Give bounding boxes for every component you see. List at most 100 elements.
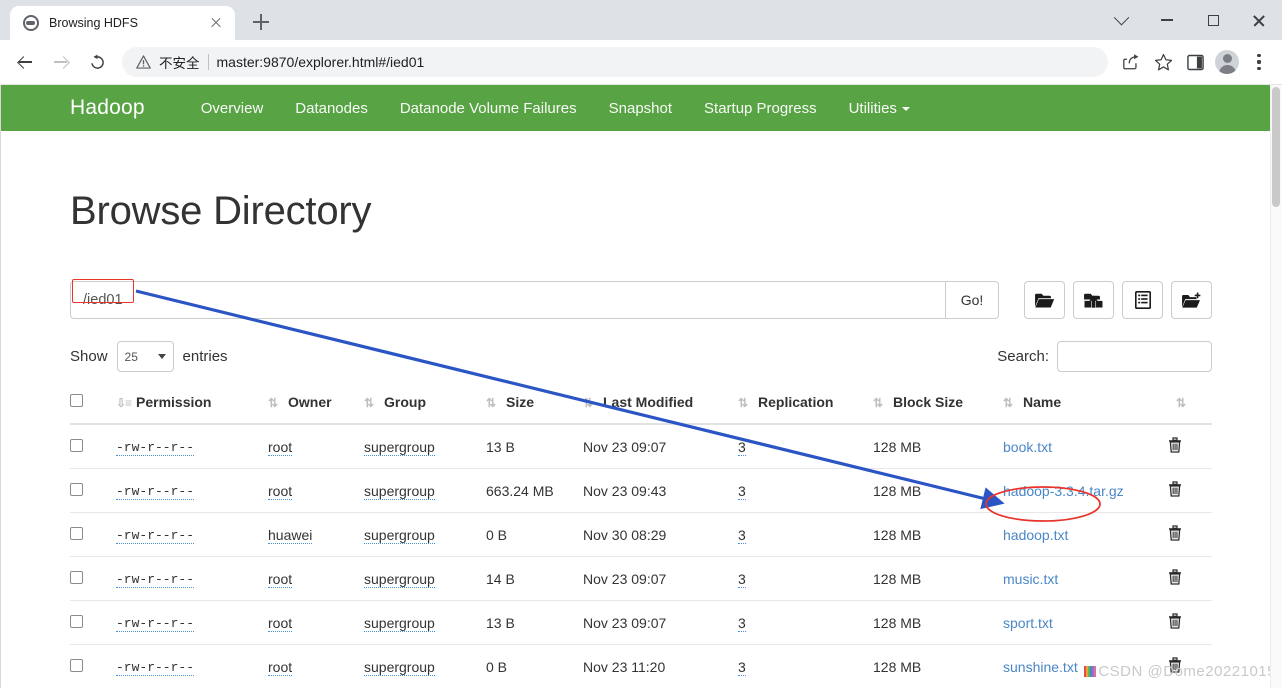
side-panel-button[interactable] (1180, 47, 1210, 77)
th-block-size[interactable]: ⇅ Block Size (873, 384, 1003, 425)
cell-group[interactable]: supergroup (364, 644, 486, 688)
group-value[interactable]: supergroup (364, 658, 435, 676)
owner-value[interactable]: root (268, 614, 293, 632)
cell-owner[interactable]: root (268, 600, 364, 645)
row-select-cell[interactable] (70, 468, 116, 513)
file-link[interactable]: book.txt (1003, 439, 1052, 455)
back-button[interactable] (8, 45, 42, 79)
hadoop-brand[interactable]: Hadoop (70, 96, 145, 120)
trash-icon[interactable] (1168, 613, 1182, 629)
permission-value[interactable]: -rw-r--r-- (116, 572, 195, 588)
scrollbar-thumb[interactable] (1272, 87, 1280, 207)
th-last-modified[interactable]: ⇅ Last Modified (583, 384, 738, 425)
nav-item-datanodes[interactable]: Datanodes (279, 100, 384, 117)
th-owner[interactable]: ⇅ Owner (268, 384, 364, 425)
close-window-button[interactable] (1236, 0, 1282, 40)
cell-permission[interactable]: -rw-r--r-- (116, 644, 268, 688)
row-checkbox[interactable] (70, 438, 83, 452)
row-checkbox[interactable] (70, 614, 83, 628)
replication-value[interactable]: 3 (738, 482, 746, 500)
group-value[interactable]: supergroup (364, 614, 435, 632)
cell-owner[interactable]: root (268, 468, 364, 513)
maximize-button[interactable] (1190, 0, 1236, 40)
th-replication[interactable]: ⇅ Replication (738, 384, 873, 425)
cell-group[interactable]: supergroup (364, 424, 486, 469)
cell-name[interactable]: hadoop-3.3.4.tar.gz (1003, 468, 1168, 513)
row-checkbox[interactable] (70, 570, 83, 584)
reload-button[interactable] (80, 45, 114, 79)
cell-permission[interactable]: -rw-r--r-- (116, 468, 268, 513)
cell-permission[interactable]: -rw-r--r-- (116, 600, 268, 645)
replication-value[interactable]: 3 (738, 438, 746, 456)
row-checkbox[interactable] (70, 526, 83, 540)
browse-folder-button[interactable] (1024, 281, 1065, 319)
group-value[interactable]: supergroup (364, 438, 435, 456)
cell-group[interactable]: supergroup (364, 512, 486, 557)
cell-permission[interactable]: -rw-r--r-- (116, 556, 268, 601)
nav-item-overview[interactable]: Overview (185, 100, 280, 117)
permission-value[interactable]: -rw-r--r-- (116, 660, 195, 676)
row-select-cell[interactable] (70, 424, 116, 469)
nav-item-datanode-volume-failures[interactable]: Datanode Volume Failures (384, 100, 593, 117)
owner-value[interactable]: root (268, 570, 293, 588)
cell-name[interactable]: hadoop.txt (1003, 512, 1168, 557)
trash-icon[interactable] (1168, 569, 1182, 585)
th-name[interactable]: ⇅ Name (1003, 384, 1168, 425)
permissions-button[interactable] (1122, 281, 1163, 319)
upload-button[interactable] (1073, 281, 1114, 319)
file-link[interactable]: sport.txt (1003, 615, 1053, 631)
row-select-cell[interactable] (70, 644, 116, 688)
cell-actions[interactable] (1168, 468, 1212, 513)
cell-name[interactable]: music.txt (1003, 556, 1168, 601)
cell-owner[interactable]: huawei (268, 512, 364, 557)
forward-button[interactable] (44, 45, 78, 79)
cell-replication[interactable]: 3 (738, 468, 873, 513)
bookmark-button[interactable] (1148, 47, 1178, 77)
owner-value[interactable]: root (268, 482, 293, 500)
trash-icon[interactable] (1168, 481, 1182, 497)
new-folder-button[interactable] (1171, 281, 1212, 319)
browser-tab[interactable]: Browsing HDFS (10, 6, 235, 40)
row-checkbox[interactable] (70, 658, 83, 672)
cell-replication[interactable]: 3 (738, 644, 873, 688)
browser-menu-button[interactable] (1244, 47, 1274, 77)
permission-value[interactable]: -rw-r--r-- (116, 528, 195, 544)
cell-permission[interactable]: -rw-r--r-- (116, 424, 268, 469)
permission-value[interactable]: -rw-r--r-- (116, 616, 195, 632)
owner-value[interactable]: root (268, 658, 293, 676)
row-select-cell[interactable] (70, 512, 116, 557)
minimize-button[interactable] (1144, 0, 1190, 40)
cell-group[interactable]: supergroup (364, 556, 486, 601)
address-bar[interactable]: 不安全 master:9870/explorer.html#/ied01 (122, 47, 1108, 77)
file-link[interactable]: hadoop.txt (1003, 527, 1068, 543)
path-input[interactable]: /ied01 (70, 281, 945, 319)
file-link[interactable]: music.txt (1003, 571, 1058, 587)
nav-item-startup-progress[interactable]: Startup Progress (688, 100, 833, 117)
permission-value[interactable]: -rw-r--r-- (116, 440, 195, 456)
new-tab-button[interactable] (247, 8, 275, 36)
th-actions[interactable]: ⇅ (1168, 384, 1212, 425)
cell-owner[interactable]: root (268, 424, 364, 469)
group-value[interactable]: supergroup (364, 570, 435, 588)
cell-group[interactable]: supergroup (364, 600, 486, 645)
cell-actions[interactable] (1168, 600, 1212, 645)
replication-value[interactable]: 3 (738, 658, 746, 676)
cell-actions[interactable] (1168, 512, 1212, 557)
cell-name[interactable]: sport.txt (1003, 600, 1168, 645)
nav-item-snapshot[interactable]: Snapshot (593, 100, 688, 117)
entries-select[interactable]: 25 (116, 341, 174, 372)
group-value[interactable]: supergroup (364, 526, 435, 544)
cell-owner[interactable]: root (268, 556, 364, 601)
permission-value[interactable]: -rw-r--r-- (116, 484, 195, 500)
cell-replication[interactable]: 3 (738, 424, 873, 469)
cell-permission[interactable]: -rw-r--r-- (116, 512, 268, 557)
cell-actions[interactable] (1168, 556, 1212, 601)
page-scrollbar[interactable] (1270, 85, 1282, 688)
row-select-cell[interactable] (70, 556, 116, 601)
cell-group[interactable]: supergroup (364, 468, 486, 513)
th-size[interactable]: ⇅ Size (486, 384, 583, 425)
replication-value[interactable]: 3 (738, 570, 746, 588)
cell-owner[interactable]: root (268, 644, 364, 688)
row-select-cell[interactable] (70, 600, 116, 645)
cell-replication[interactable]: 3 (738, 556, 873, 601)
